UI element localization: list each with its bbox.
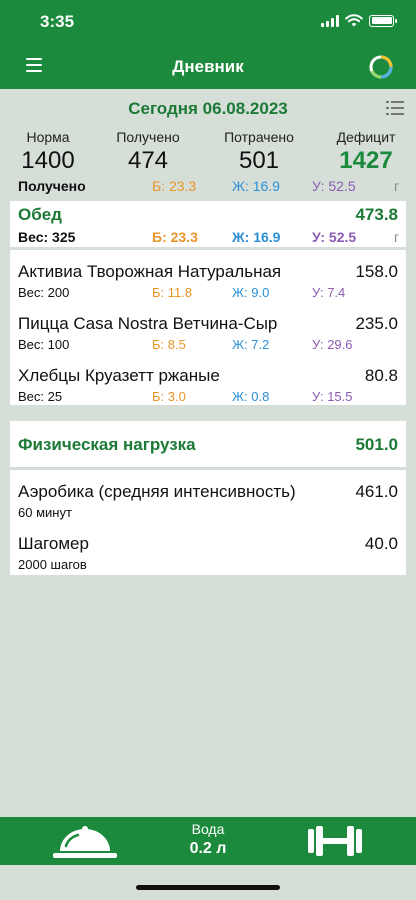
list-view-icon[interactable] bbox=[386, 101, 404, 115]
meal-title: Обед bbox=[18, 205, 62, 224]
meal-total: 473.8 bbox=[355, 205, 398, 224]
activity-kcal: 40.0 bbox=[364, 534, 398, 553]
dumbbell-icon[interactable] bbox=[306, 825, 364, 857]
item-name: Активиа Творожная Натуральная bbox=[18, 262, 282, 281]
list-item[interactable]: Хлебцы Круазетт ржаные 80.8 Вес: 25 Б: 3… bbox=[10, 354, 406, 406]
list-item[interactable]: Аэробика (средняя интенсивность) 461.0 6… bbox=[10, 470, 406, 522]
status-time: 3:35 bbox=[40, 12, 75, 31]
activity-name: Шагомер bbox=[18, 534, 89, 553]
activity-header[interactable]: Физическая нагрузка 501.0 bbox=[10, 421, 406, 467]
item-weight: Вес: 100 bbox=[18, 337, 70, 352]
activity-steps: 2000 шагов bbox=[18, 557, 87, 572]
norm-label: Норма bbox=[26, 129, 70, 145]
received-macros-label: Получено bbox=[18, 178, 86, 194]
item-carbs: У: 29.6 bbox=[312, 337, 353, 352]
list-item[interactable]: Шагомер 40.0 2000 шагов bbox=[10, 522, 406, 574]
item-name: Пицца Casa Nostra Ветчина-Сыр bbox=[18, 314, 278, 333]
activity-kcal: 461.0 bbox=[355, 482, 398, 501]
item-name: Хлебцы Круазетт ржаные bbox=[18, 366, 220, 385]
battery-icon bbox=[369, 14, 397, 27]
spent-label: Потрачено bbox=[224, 129, 294, 145]
activity-title: Физическая нагрузка bbox=[18, 435, 196, 454]
meal-header[interactable]: Обед 473.8 Вес: 325 Б: 23.3 Ж: 16.9 У: 5… bbox=[10, 201, 406, 247]
activity-list: Аэробика (средняя интенсивность) 461.0 6… bbox=[10, 470, 406, 575]
summary-fat: Ж: 16.9 bbox=[232, 178, 280, 194]
meal-fat: Ж: 16.9 bbox=[232, 229, 281, 245]
norm-value: 1400 bbox=[21, 147, 75, 174]
spent-column: Потрачено 501 bbox=[214, 129, 304, 175]
item-kcal: 80.8 bbox=[364, 366, 398, 385]
item-kcal: 158.0 bbox=[355, 262, 398, 281]
norm-column: Норма 1400 bbox=[3, 129, 93, 175]
date-title[interactable]: Сегодня 06.08.2023 bbox=[0, 99, 416, 119]
list-item[interactable]: Активиа Творожная Натуральная 158.0 Вес:… bbox=[10, 250, 406, 302]
meal-items-list: Активиа Творожная Натуральная 158.0 Вес:… bbox=[10, 250, 406, 405]
item-weight: Вес: 25 bbox=[18, 389, 63, 404]
activity-duration: 60 минут bbox=[18, 505, 72, 520]
item-fat: Ж: 9.0 bbox=[232, 285, 270, 300]
activity-name: Аэробика (средняя интенсивность) bbox=[18, 482, 296, 501]
page-title: Дневник bbox=[172, 57, 244, 76]
deficit-column: Дефицит 1427 bbox=[321, 129, 411, 175]
item-protein: Б: 3.0 bbox=[152, 389, 186, 404]
wifi-icon bbox=[345, 14, 363, 27]
received-label: Получено bbox=[116, 129, 180, 145]
meal-unit: г bbox=[394, 229, 400, 245]
item-weight: Вес: 200 bbox=[18, 285, 70, 300]
bottom-toolbar: Вода 0.2 л bbox=[0, 817, 416, 865]
activity-total: 501.0 bbox=[355, 435, 398, 454]
meal-protein: Б: 23.3 bbox=[152, 229, 198, 245]
deficit-label: Дефицит bbox=[336, 129, 396, 145]
item-protein: Б: 11.8 bbox=[152, 285, 193, 300]
item-carbs: У: 7.4 bbox=[312, 285, 346, 300]
summary-protein: Б: 23.3 bbox=[152, 178, 197, 194]
app-header: 3:35 Дневник bbox=[0, 0, 416, 89]
spent-value: 501 bbox=[238, 147, 280, 174]
summary-unit: г bbox=[394, 178, 400, 194]
item-fat: Ж: 7.2 bbox=[232, 337, 270, 352]
received-column: Получено 474 bbox=[103, 129, 193, 175]
item-kcal: 235.0 bbox=[355, 314, 398, 333]
summary-macros: Получено Б: 23.3 Ж: 16.9 У: 52.5 г bbox=[0, 178, 416, 196]
home-indicator[interactable] bbox=[136, 885, 280, 890]
progress-ring-icon[interactable] bbox=[368, 54, 394, 80]
status-bar: 3:35 bbox=[0, 0, 416, 44]
item-carbs: У: 15.5 bbox=[312, 389, 353, 404]
item-fat: Ж: 0.8 bbox=[232, 389, 270, 404]
deficit-value: 1427 bbox=[339, 147, 393, 174]
list-item[interactable]: Пицца Casa Nostra Ветчина-Сыр 235.0 Вес:… bbox=[10, 302, 406, 354]
meal-weight: Вес: 325 bbox=[18, 229, 76, 245]
home-area bbox=[0, 865, 416, 900]
meal-carbs: У: 52.5 bbox=[312, 229, 357, 245]
item-protein: Б: 8.5 bbox=[152, 337, 186, 352]
received-value: 474 bbox=[127, 147, 169, 174]
nav-bar: Дневник bbox=[0, 44, 416, 89]
daily-summary: Сегодня 06.08.2023 Норма 1400 Получено 4… bbox=[0, 89, 416, 201]
summary-carbs: У: 52.5 bbox=[312, 178, 356, 194]
cellular-signal-icon bbox=[321, 14, 339, 27]
